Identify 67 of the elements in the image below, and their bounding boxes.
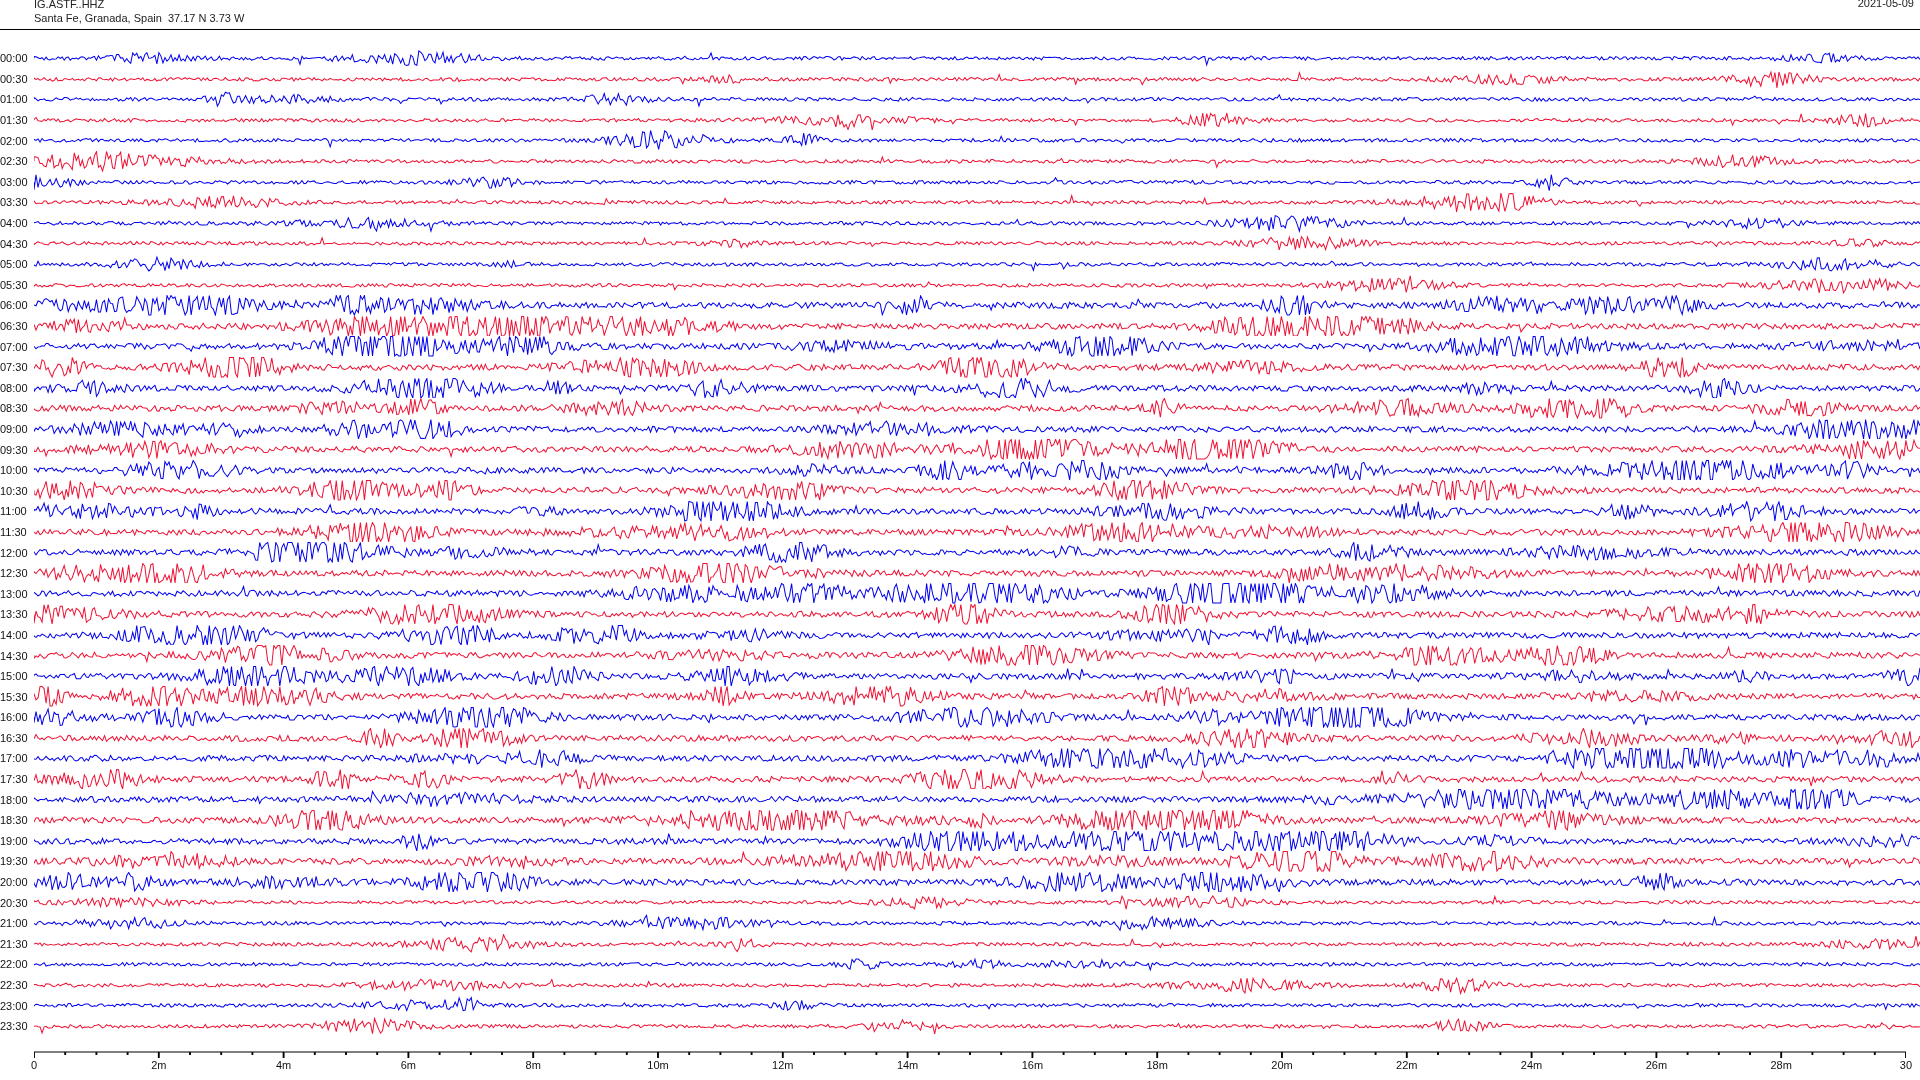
time-label: 15:00 (0, 670, 29, 683)
time-label: 05:00 (0, 258, 29, 271)
tick-label: 14m (896, 1058, 919, 1071)
time-label: 10:00 (0, 464, 29, 477)
time-label: 03:00 (0, 175, 29, 188)
station-code: IG.ASTF..HHZ (34, 0, 106, 11)
tick-label: 2m (151, 1058, 167, 1071)
time-label: 06:30 (0, 320, 29, 332)
time-label: 00:30 (0, 72, 29, 85)
time-label: 17:30 (0, 773, 29, 786)
time-label: 14:00 (0, 628, 29, 641)
tick-label: 22m (1396, 1058, 1418, 1071)
time-label: 01:30 (0, 114, 29, 127)
tick-label: 26m (1645, 1058, 1668, 1071)
tick-label: 16m (1021, 1058, 1044, 1071)
time-label: 18:00 (0, 793, 29, 806)
time-label: 11:30 (0, 525, 28, 538)
time-label: 02:30 (0, 155, 29, 168)
time-label: 21:30 (0, 937, 29, 950)
tick-label: 24m (1520, 1058, 1543, 1071)
tick-label: 18m (1146, 1058, 1168, 1071)
time-label: 17:00 (0, 752, 29, 765)
time-label: 02:00 (0, 134, 29, 147)
time-label: 23:00 (0, 999, 29, 1012)
time-label: 13:00 (0, 587, 29, 600)
time-label: 07:30 (0, 361, 29, 374)
time-label: 05:30 (0, 278, 29, 291)
time-label: 09:30 (0, 443, 29, 456)
time-label: 09:00 (0, 423, 29, 435)
time-label: 18:30 (0, 814, 29, 827)
time-label: 23:30 (0, 1020, 29, 1033)
time-label: 04:30 (0, 237, 29, 250)
tick-label: 12m (772, 1058, 794, 1071)
time-label: 12:00 (0, 546, 29, 559)
time-label: 19:00 (0, 834, 29, 847)
tick-label: 28m (1770, 1058, 1792, 1071)
time-label: 16:30 (0, 731, 29, 744)
tick-label: 6m (400, 1058, 417, 1071)
time-label: 08:30 (0, 402, 29, 415)
time-label: 07:00 (0, 340, 29, 353)
tick-label: 0 (30, 1058, 38, 1071)
time-label: 22:30 (0, 979, 29, 991)
time-label: 11:00 (0, 505, 28, 518)
tick-label: 30 (1899, 1058, 1913, 1071)
date-label: 2021-05-09 (1857, 0, 1914, 9)
time-label: 06:00 (0, 299, 29, 312)
time-label: 14:30 (0, 649, 29, 662)
time-label: 20:00 (0, 876, 29, 889)
time-label: 22:00 (0, 958, 29, 971)
time-label: 21:00 (0, 917, 29, 930)
time-label: 04:00 (0, 217, 29, 230)
tick-label: 4m (275, 1058, 292, 1071)
station-location: Santa Fe, Granada, Spain 37.17 N 3.73 W (34, 11, 245, 25)
time-label: 16:00 (0, 711, 29, 724)
time-label: 03:30 (0, 196, 29, 209)
time-label: 01:00 (0, 93, 29, 106)
time-label: 00:00 (0, 52, 29, 65)
time-label: 12:30 (0, 567, 29, 580)
tick-label: 20m (1271, 1058, 1293, 1071)
time-label: 10:30 (0, 484, 29, 497)
tick-label: 10m (647, 1058, 669, 1071)
time-label: 19:30 (0, 855, 29, 868)
time-label: 08:00 (0, 381, 29, 394)
time-label: 20:30 (0, 896, 29, 909)
tick-label: 8m (525, 1058, 541, 1071)
time-label: 15:30 (0, 690, 29, 703)
time-label: 13:30 (0, 608, 29, 621)
